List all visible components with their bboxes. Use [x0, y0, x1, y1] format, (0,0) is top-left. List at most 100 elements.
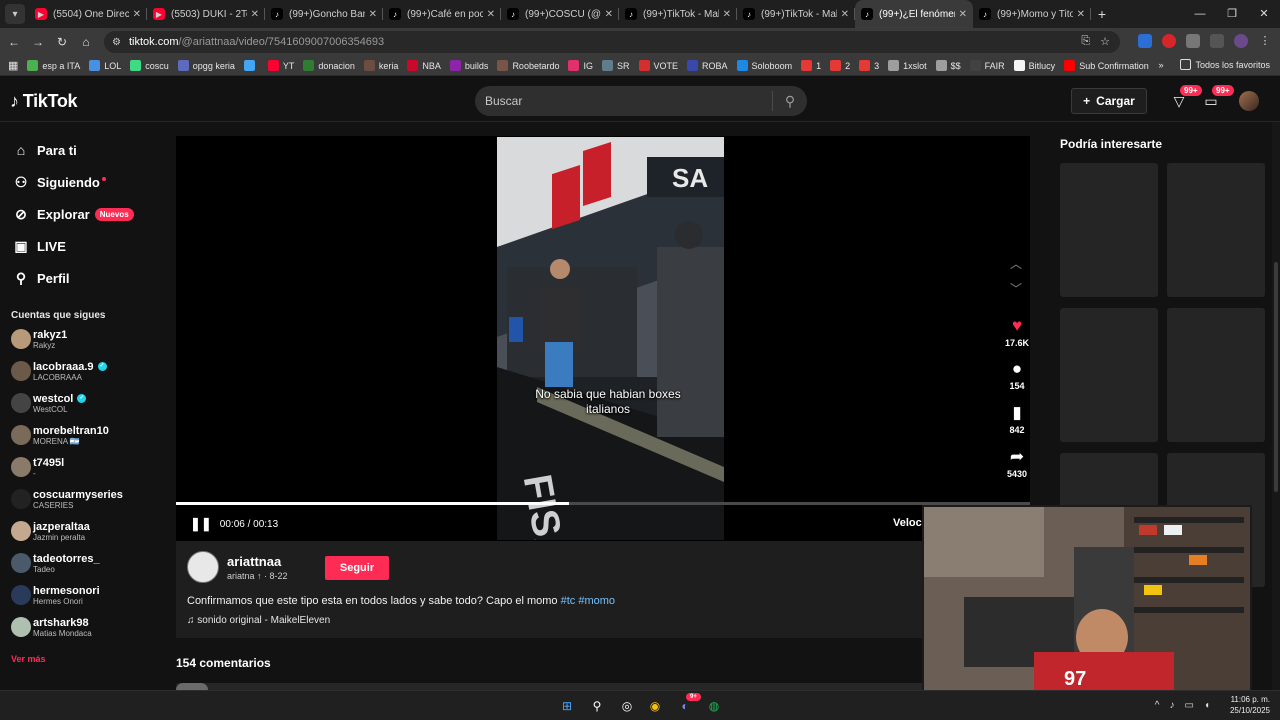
extension-icon[interactable] — [1162, 34, 1176, 48]
followed-account[interactable]: jazperaltaa Jazmin peralta — [11, 519, 90, 543]
bookmark-item[interactable]: donacion — [303, 60, 355, 71]
see-more-link[interactable]: Ver más — [11, 654, 46, 664]
bookmark-item[interactable]: IG — [568, 60, 593, 71]
search-bar[interactable]: Buscar ⚲ — [475, 86, 807, 116]
bookmark-item[interactable]: Roobetardo — [497, 60, 559, 71]
tab-close-icon[interactable]: ✕ — [841, 9, 849, 20]
browser-tab[interactable]: ♪ (99+)Café en pocillo ✕ — [383, 0, 501, 28]
tab-close-icon[interactable]: ✕ — [1077, 9, 1085, 20]
bookmark-item[interactable]: Bitlucy — [1013, 60, 1055, 71]
tab-close-icon[interactable]: ✕ — [369, 9, 377, 20]
microphone-icon[interactable]: ♪ — [1170, 700, 1175, 711]
spotify-icon[interactable]: ◍ — [705, 697, 723, 715]
bookmark-item[interactable]: SR — [602, 60, 630, 71]
suggestion-card[interactable] — [1167, 308, 1265, 442]
bookmark-item[interactable]: FAIR — [969, 60, 1005, 71]
bookmark-item[interactable]: coscu — [130, 60, 169, 71]
more-bookmarks-icon[interactable]: » — [1158, 60, 1163, 70]
hashtag-link[interactable]: #tc — [561, 595, 576, 607]
bookmark-item[interactable]: LOL — [89, 60, 121, 71]
browser-tab[interactable]: ♪ (99+)Goncho Banzas ✕ — [265, 0, 383, 28]
bookmark-item[interactable]: 1 — [801, 60, 821, 71]
bookmark-item[interactable] — [243, 60, 259, 71]
bookmark-item[interactable]: keria — [363, 60, 398, 71]
browser-tab[interactable]: ▶ (5503) DUKI - 2Tono ✕ — [147, 0, 265, 28]
bookmark-item[interactable]: opgg keria — [177, 60, 235, 71]
save-button[interactable]: ▮ 842 — [1000, 403, 1034, 435]
sidebar-item-perfil[interactable]: ⚲ Perfil — [12, 270, 70, 287]
bookmark-item[interactable]: ROBA — [687, 60, 728, 71]
followed-account[interactable]: hermesonori Hermes Onori — [11, 583, 100, 607]
search-icon[interactable]: ⚲ — [773, 93, 807, 110]
music-link[interactable]: ♫ sonido original - MaikelEleven — [187, 615, 330, 626]
chrome-icon[interactable]: ◉ — [646, 697, 664, 715]
sidebar-item-explorar[interactable]: ⊘ Explorar Nuevos — [12, 206, 134, 223]
bookmark-item[interactable]: builds — [449, 60, 488, 71]
bookmark-item[interactable]: Soloboom — [736, 60, 792, 71]
followed-account[interactable]: artshark98 Matias Mondaca — [11, 615, 92, 639]
pause-icon[interactable]: ❚❚ — [190, 516, 212, 532]
share-button[interactable]: ➦ 5430 — [1000, 447, 1034, 479]
network-icon[interactable]: ▭ — [1185, 700, 1194, 711]
bookmark-item[interactable]: NBA — [407, 60, 441, 71]
minimize-icon[interactable]: — — [1184, 0, 1216, 28]
page-scrollbar[interactable] — [1272, 122, 1280, 690]
search-input[interactable]: Buscar — [485, 94, 772, 108]
browser-tab[interactable]: ♪ (99+)¿El fenómeno d ✕ — [855, 0, 973, 28]
bookmark-item[interactable]: 3 — [859, 60, 879, 71]
chevron-up-icon[interactable]: ^ — [1155, 700, 1160, 711]
bookmark-item[interactable]: esp a ITA — [27, 60, 80, 71]
author-username[interactable]: ariattnaa — [227, 554, 281, 569]
user-avatar[interactable] — [1239, 91, 1259, 111]
back-icon[interactable]: ← — [2, 35, 26, 49]
suggestion-card[interactable] — [1060, 163, 1158, 297]
bookmark-star-icon[interactable]: ☆ — [1100, 35, 1110, 48]
bookmark-item[interactable]: VOTE — [638, 60, 678, 71]
followed-account[interactable]: t7495l - — [11, 455, 64, 479]
menu-icon[interactable]: ⋮ — [1258, 34, 1272, 48]
followed-account[interactable]: westcol ✓ WestCOL — [11, 391, 87, 415]
volume-icon[interactable]: ◖ — [1204, 700, 1210, 711]
comment-button[interactable]: ● 154 — [1000, 359, 1034, 391]
browser-tab[interactable]: ♪ (99+)TikTok - Make Y ✕ — [619, 0, 737, 28]
sidebar-item-live[interactable]: ▣ LIVE — [12, 238, 66, 255]
followed-account[interactable]: lacobraaa.9 ✓ LACOBRAAA — [11, 359, 107, 383]
close-window-icon[interactable]: ✕ — [1248, 0, 1280, 28]
bookmark-item[interactable]: YT — [267, 60, 294, 71]
suggestion-card[interactable] — [1167, 163, 1265, 297]
sidebar-item-siguiendo[interactable]: ⚇ Siguiendo — [12, 174, 106, 191]
video-progress-bar[interactable] — [176, 502, 1030, 505]
profile-avatar-icon[interactable] — [1234, 34, 1248, 48]
bookmark-item[interactable]: 1xslot — [888, 60, 927, 71]
bookmark-item[interactable]: Sub Confirmation — [1064, 60, 1149, 71]
author-avatar[interactable] — [187, 551, 219, 583]
tab-search-icon[interactable]: ▾ — [5, 4, 25, 24]
tab-close-icon[interactable]: ✕ — [605, 9, 613, 20]
restore-icon[interactable]: ❐ — [1216, 0, 1248, 28]
video-frame[interactable]: SA FISA — [497, 137, 724, 540]
chevron-up-icon[interactable]: ︿ — [1010, 255, 1022, 272]
browser-tab[interactable]: ♪ (99+)COSCU (@adict ✕ — [501, 0, 619, 28]
clock[interactable]: 11:06 p. m. 25/10/2025 — [1230, 694, 1270, 716]
hashtag-link[interactable]: #momo — [578, 595, 615, 607]
browser-tab[interactable]: ▶ (5504) One Direction ✕ — [29, 0, 147, 28]
tab-close-icon[interactable]: ✕ — [723, 9, 731, 20]
speed-button[interactable]: Veloc — [893, 517, 922, 529]
tiktok-logo[interactable]: ♪ TikTok — [10, 91, 78, 112]
comment-input[interactable] — [176, 683, 926, 690]
followed-account[interactable]: tadeotorres_ Tadeo — [11, 551, 100, 575]
app-icon[interactable]: ◎ — [618, 697, 636, 715]
tab-close-icon[interactable]: ✕ — [959, 9, 967, 20]
media-icon[interactable] — [1210, 34, 1224, 48]
bookmark-item[interactable]: $$ — [935, 60, 961, 71]
upload-button[interactable]: + Cargar — [1071, 88, 1147, 114]
forward-icon[interactable]: → — [26, 35, 50, 49]
apps-icon[interactable]: ▦ — [8, 59, 18, 72]
chevron-down-icon[interactable]: ﹀ — [1010, 280, 1022, 297]
site-info-icon[interactable]: ⚙ — [112, 37, 121, 48]
url-input[interactable]: ⚙ tiktok.com/@ariattnaa/video/7541609007… — [104, 31, 1120, 53]
followed-account[interactable]: coscuarmyseries CASERIES — [11, 487, 123, 511]
tab-close-icon[interactable]: ✕ — [133, 9, 141, 20]
all-bookmarks-folder[interactable]: Todos los favoritos — [1180, 59, 1270, 70]
scrollbar-thumb[interactable] — [1274, 262, 1278, 492]
